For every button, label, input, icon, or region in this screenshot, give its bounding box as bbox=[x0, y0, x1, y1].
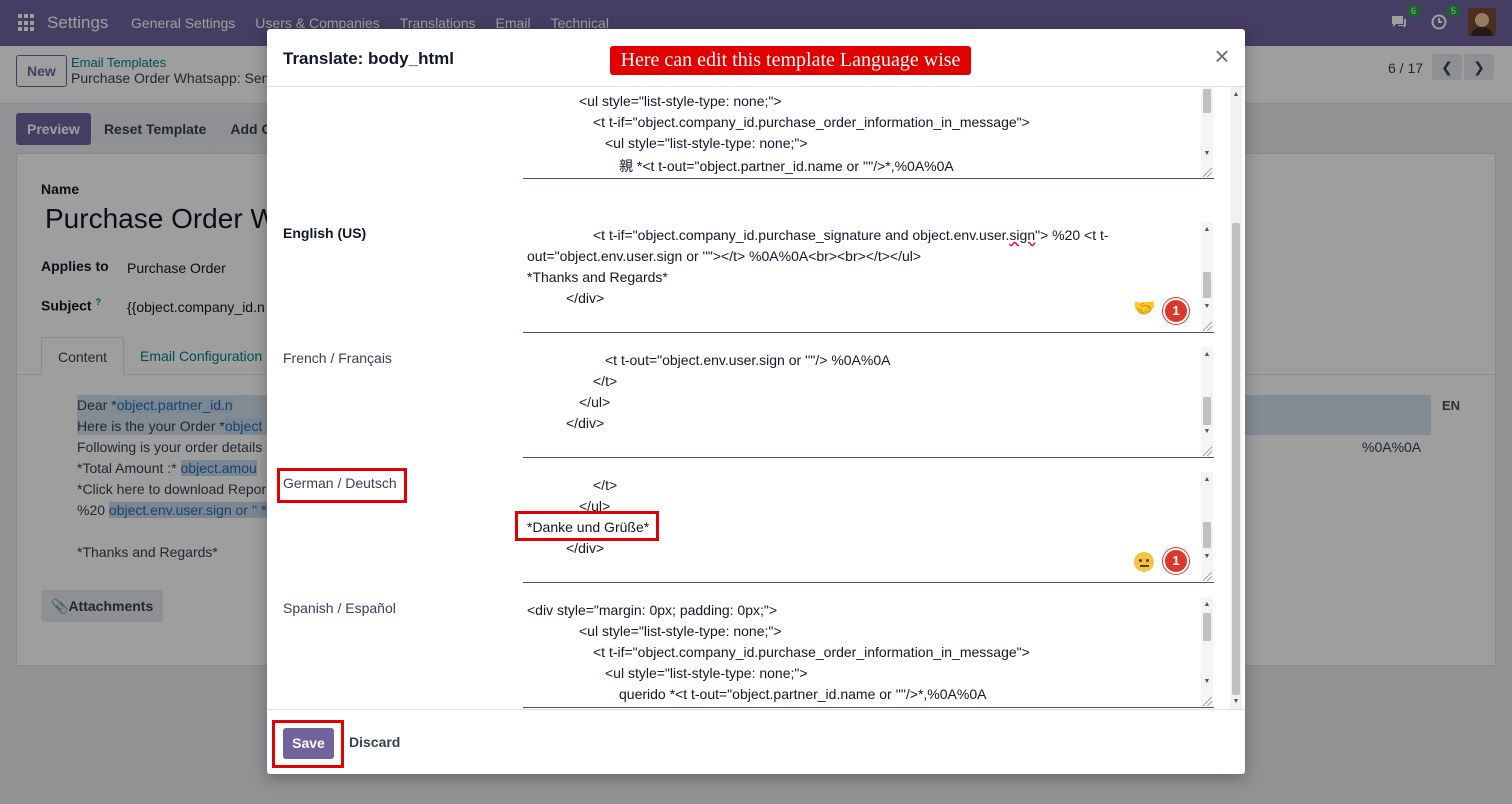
discard-button[interactable]: Discard bbox=[349, 734, 400, 750]
notification-count-badge[interactable]: 1 bbox=[1163, 548, 1189, 574]
translation-textarea-spanish[interactable]: <div style="margin: 0px; padding: 0px;">… bbox=[523, 597, 1214, 708]
dialog-header: Translate: body_html Here can edit this … bbox=[267, 29, 1245, 87]
neutral-face-emoji-icon[interactable] bbox=[1134, 552, 1154, 572]
textarea-scrollbar[interactable]: ▼ bbox=[1201, 87, 1213, 178]
highlight-box-german-text bbox=[515, 511, 659, 541]
textarea-scrollbar[interactable]: ▲ ▼ bbox=[1201, 472, 1213, 582]
language-label-french: French / Français bbox=[283, 350, 392, 366]
save-button[interactable]: Save bbox=[283, 728, 334, 759]
translation-textarea-french[interactable]: <t t-out="object.env.user.sign or ''"/> … bbox=[523, 347, 1214, 458]
textarea-scrollbar[interactable]: ▲ ▼ bbox=[1201, 597, 1213, 707]
dialog-title: Translate: body_html bbox=[283, 49, 454, 68]
language-label-spanish: Spanish / Español bbox=[283, 600, 396, 616]
textarea-scrollbar[interactable]: ▲ ▼ bbox=[1201, 222, 1213, 332]
highlight-box-german-label bbox=[277, 468, 407, 503]
close-icon[interactable]: × bbox=[1210, 43, 1234, 69]
translation-textarea-english[interactable]: <t t-if="object.company_id.purchase_sign… bbox=[523, 222, 1214, 333]
resize-handle[interactable] bbox=[1203, 322, 1212, 331]
dialog-footer: Save Discard bbox=[267, 709, 1245, 774]
annotation-callout: Here can edit this template Language wis… bbox=[610, 46, 971, 75]
resize-handle[interactable] bbox=[1203, 697, 1212, 706]
resize-handle[interactable] bbox=[1203, 447, 1212, 456]
handshake-emoji-icon[interactable]: 🤝 bbox=[1133, 298, 1155, 319]
translate-dialog: Translate: body_html Here can edit this … bbox=[267, 29, 1245, 774]
dialog-body: <ul style="list-style-type: none;"> <t t… bbox=[267, 87, 1245, 709]
textarea-scrollbar[interactable]: ▲ ▼ bbox=[1201, 347, 1213, 457]
language-label-english: English (US) bbox=[283, 225, 367, 241]
dialog-scrollbar[interactable]: ▲ ▼ bbox=[1230, 87, 1242, 709]
resize-handle[interactable] bbox=[1203, 168, 1212, 177]
notification-count-badge[interactable]: 1 bbox=[1163, 298, 1189, 324]
translation-textarea-top[interactable]: <ul style="list-style-type: none;"> <t t… bbox=[523, 87, 1214, 179]
resize-handle[interactable] bbox=[1203, 572, 1212, 581]
